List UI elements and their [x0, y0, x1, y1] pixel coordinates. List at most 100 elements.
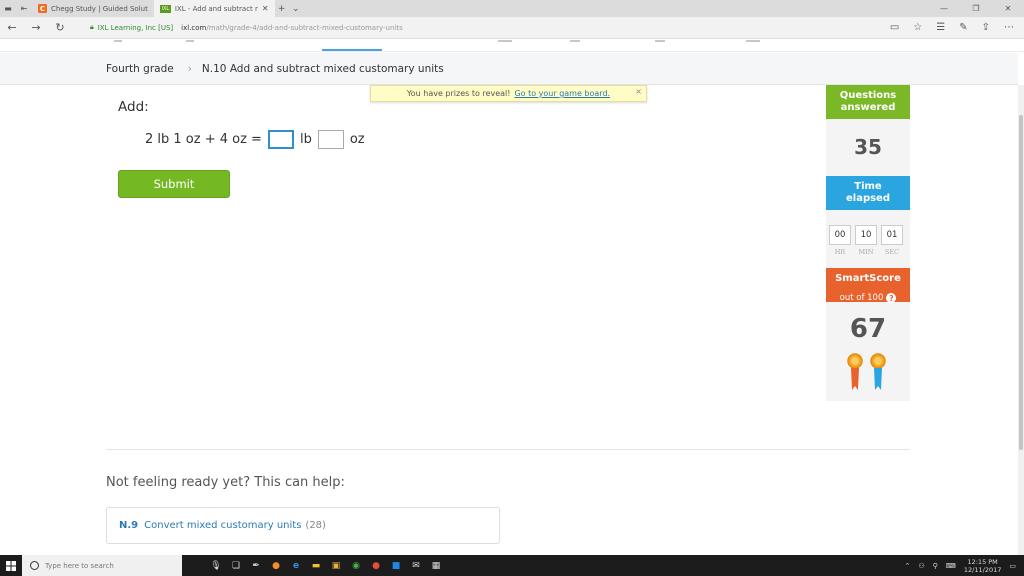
people-icon[interactable]: ⚇: [918, 562, 924, 570]
timer-labels: HR MIN SEC: [829, 248, 903, 256]
close-notification-icon[interactable]: ×: [635, 87, 642, 96]
lock-icon: 🔒︎: [90, 23, 94, 31]
pen-icon[interactable]: ✎: [959, 22, 967, 33]
game-board-link[interactable]: Go to your game board.: [514, 89, 610, 98]
blue-medal-icon: [870, 353, 886, 390]
nav-item-fragment[interactable]: [186, 40, 194, 42]
favorites-hub-icon[interactable]: ☰: [936, 22, 945, 33]
tray-chevron-icon[interactable]: ⌃: [905, 562, 911, 570]
chrome-icon[interactable]: ◉: [350, 560, 362, 572]
firefox-icon[interactable]: ●: [270, 560, 282, 572]
clock-time: 12:15 PM: [967, 557, 998, 566]
help-title: Not feeling ready yet? This can help:: [106, 475, 345, 490]
page-scrollbar[interactable]: [1018, 85, 1024, 555]
nav-item-fragment[interactable]: [570, 40, 580, 42]
tab-ixl[interactable]: IXL IXL - Add and subtract r ✕: [153, 0, 275, 17]
tab-actions-icon[interactable]: ▬: [0, 4, 16, 13]
nav-item-fragment[interactable]: [655, 40, 665, 42]
minimize-icon[interactable]: —: [928, 4, 960, 13]
nav-item-fragment[interactable]: [114, 40, 122, 42]
prize-notification: You have prizes to reveal! Go to your ga…: [370, 85, 647, 102]
task-view-icon[interactable]: ❏: [230, 560, 242, 572]
site-nav-strip: [0, 39, 1024, 52]
help-skill-link[interactable]: N.9 Convert mixed customary units (28): [106, 507, 500, 544]
timer-minutes: 10: [855, 225, 877, 245]
close-tab-icon[interactable]: ✕: [262, 4, 269, 13]
url-host: ixl.com: [181, 23, 207, 32]
smartscore-label: SmartScore: [835, 273, 901, 284]
url-path: /math/grade-4/add-and-subtract-mixed-cus…: [206, 23, 403, 32]
gold-medal-icon: [847, 353, 863, 390]
taskbar-search[interactable]: Type here to search: [22, 555, 182, 576]
help-skill-name: Convert mixed customary units: [144, 520, 302, 531]
questions-label-1: Questions: [839, 90, 897, 101]
browser-tab-bar: ▬ ⇤ C Chegg Study | Guided Solut IXL IXL…: [0, 0, 1024, 17]
timer: 00 10 01: [829, 225, 903, 245]
app-red-icon[interactable]: ●: [370, 560, 382, 572]
ixl-favicon-icon: IXL: [159, 4, 171, 13]
question-line: 2 lb 1 oz + 4 oz = lb oz: [145, 130, 365, 149]
smartscore-header: SmartScore out of 100 ?: [826, 268, 910, 303]
keyboard-icon[interactable]: ⌨: [946, 562, 956, 570]
question-prompt: Add:: [118, 99, 149, 115]
notifications-icon[interactable]: ▭: [1009, 562, 1016, 570]
start-button[interactable]: [0, 560, 22, 571]
favorite-star-icon[interactable]: ☆: [913, 22, 922, 33]
time-label-2: elapsed: [845, 193, 890, 204]
breadcrumb-grade[interactable]: Fourth grade: [106, 63, 174, 75]
tab-preview-chevron-icon[interactable]: ⌄: [289, 4, 303, 14]
nav-item-fragment[interactable]: [746, 40, 760, 42]
windows-taskbar: Type here to search 🎙︎ ❏ ✒ ● e ▬ ▣ ◉ ● ■…: [0, 555, 1024, 576]
unit-oz-label: oz: [349, 132, 365, 147]
time-elapsed-header: Time elapsed: [826, 176, 910, 210]
more-icon[interactable]: ⋯: [1004, 22, 1014, 33]
clock[interactable]: 12:15 PM 12/11/2017: [964, 558, 1001, 574]
tab-chegg[interactable]: C Chegg Study | Guided Solut: [32, 0, 154, 17]
mail-icon[interactable]: ✉: [410, 560, 422, 572]
pounds-answer-input[interactable]: [267, 130, 294, 149]
reading-view-icon[interactable]: ▭: [890, 22, 899, 33]
smartscore-sub: out of 100 ?: [840, 293, 897, 303]
smartscore-sub-text: out of 100: [839, 293, 884, 303]
store-icon[interactable]: ▣: [330, 560, 342, 572]
cortana-icon: [30, 561, 39, 570]
back-icon[interactable]: ←: [0, 21, 24, 34]
ounces-answer-input[interactable]: [317, 130, 344, 149]
unit-lb-label: lb: [299, 132, 312, 147]
tab-label: IXL - Add and subtract r: [174, 4, 258, 13]
prize-text: You have prizes to reveal!: [406, 89, 511, 98]
windows-logo-icon: [6, 560, 16, 571]
refresh-icon[interactable]: ↻: [48, 21, 72, 34]
app-blue-icon[interactable]: ■: [390, 560, 402, 572]
breadcrumb-skill: N.10 Add and subtract mixed customary un…: [201, 62, 444, 75]
questions-answered-value: 35: [854, 135, 882, 159]
microphone-icon[interactable]: 🎙︎: [210, 560, 222, 572]
window-controls: — ❐ ✕: [928, 4, 1024, 13]
new-tab-icon[interactable]: +: [275, 4, 289, 14]
system-tray: ⌃ ⚇ ⚲ ⌨ 12:15 PM 12/11/2017 ▭: [905, 558, 1024, 574]
close-window-icon[interactable]: ✕: [992, 4, 1024, 13]
forward-icon[interactable]: →: [24, 21, 48, 34]
restore-icon[interactable]: ❐: [960, 4, 992, 13]
network-icon[interactable]: ⚲: [933, 562, 938, 570]
share-icon[interactable]: ⇪: [982, 22, 990, 33]
tab-label: Chegg Study | Guided Solut: [51, 4, 148, 13]
chevron-right-icon: ›: [187, 62, 192, 75]
url-field[interactable]: ixl.com/math/grade-4/add-and-subtract-mi…: [181, 24, 403, 32]
edge-icon[interactable]: e: [290, 560, 302, 572]
questions-answered-header: Questions answered: [826, 85, 910, 119]
chegg-favicon-icon: C: [38, 4, 47, 13]
active-nav-indicator: [322, 49, 382, 51]
timer-seconds: 01: [881, 225, 903, 245]
file-explorer-icon[interactable]: ▬: [310, 560, 322, 572]
taskbar-search-placeholder: Type here to search: [45, 561, 114, 570]
scrollbar-thumb[interactable]: [1019, 115, 1023, 450]
help-icon[interactable]: ?: [886, 293, 897, 303]
timer-sec-label: SEC: [884, 248, 900, 256]
calculator-icon[interactable]: ▦: [430, 560, 442, 572]
set-aside-tabs-icon[interactable]: ⇤: [16, 4, 32, 13]
nav-item-fragment[interactable]: [498, 40, 512, 42]
submit-button[interactable]: Submit: [118, 170, 230, 198]
site-identity[interactable]: IXL Learning, Inc [US]: [98, 24, 173, 32]
pen-tool-icon[interactable]: ✒: [250, 560, 262, 572]
